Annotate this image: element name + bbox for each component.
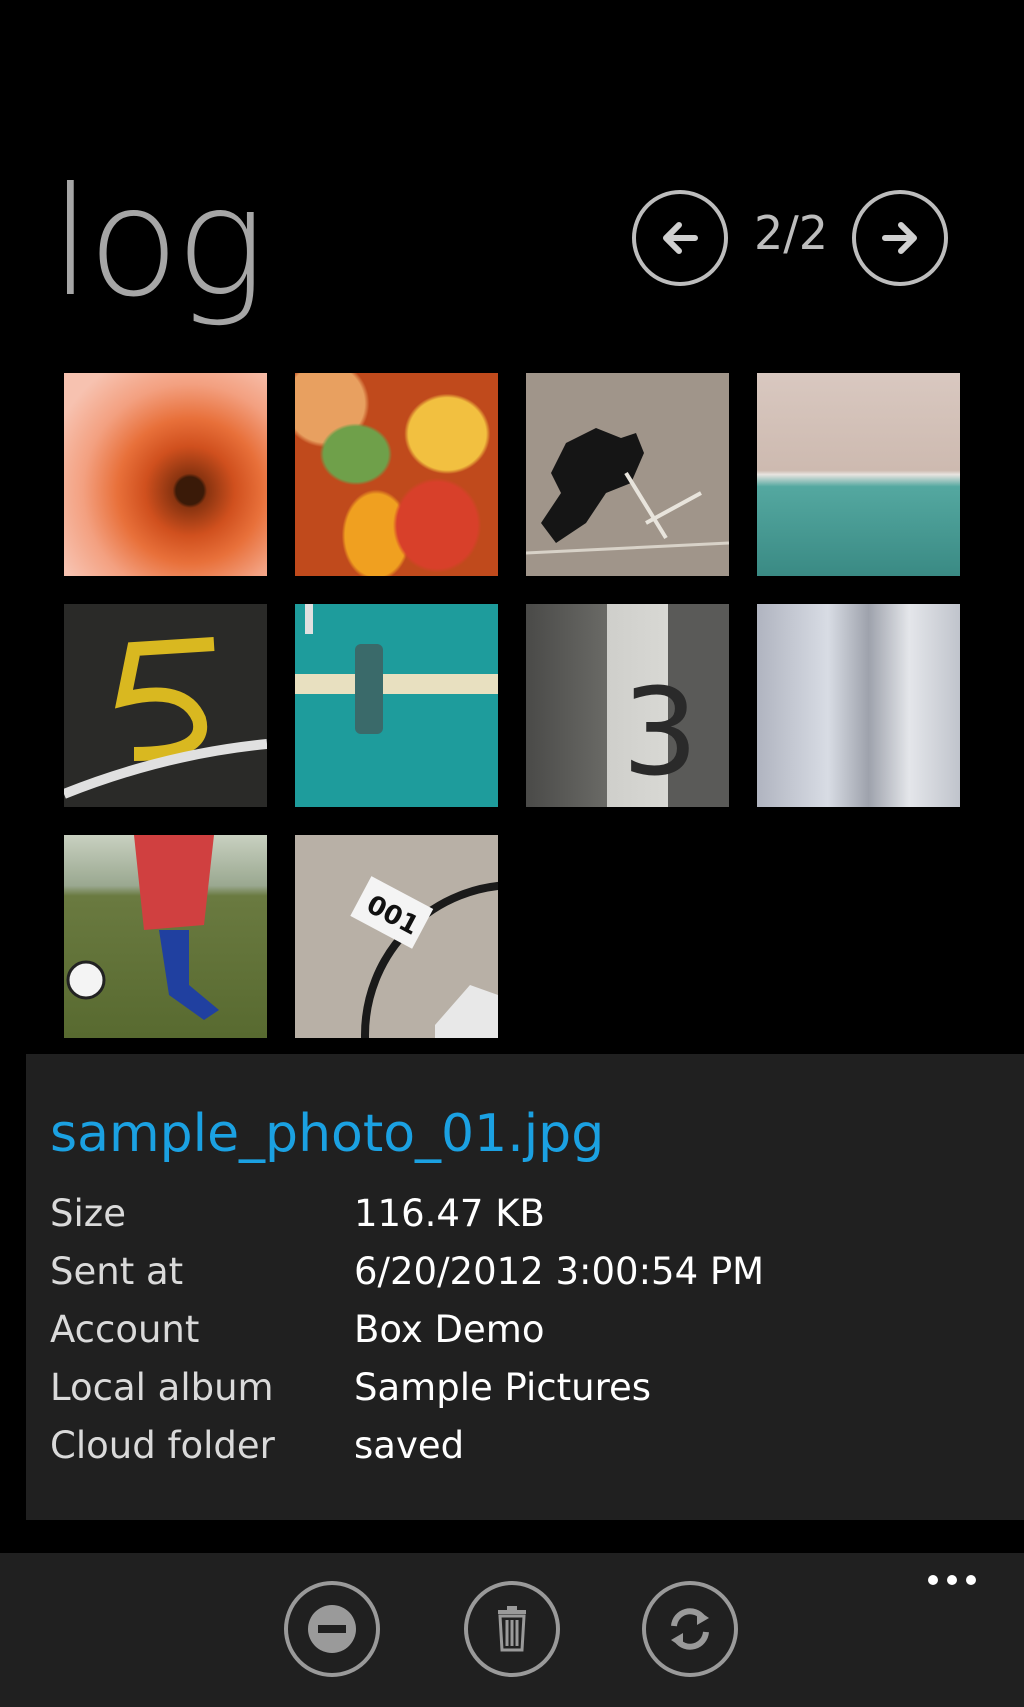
arrow-left-icon bbox=[663, 222, 698, 254]
next-page-button[interactable] bbox=[852, 190, 948, 286]
info-label: Cloud folder bbox=[50, 1424, 275, 1467]
thumb-soccer[interactable] bbox=[64, 835, 267, 1038]
thumb-fruit[interactable] bbox=[295, 373, 498, 576]
remove-button[interactable] bbox=[284, 1581, 380, 1677]
thumb-shadow-jump[interactable] bbox=[526, 373, 729, 576]
sync-icon bbox=[671, 1608, 709, 1650]
thumb-pool[interactable] bbox=[757, 373, 960, 576]
info-value: Box Demo bbox=[354, 1308, 545, 1351]
pillar-3-image: 3 bbox=[622, 664, 698, 803]
file-name: sample_photo_01.jpg bbox=[50, 1104, 605, 1164]
ellipsis-dot bbox=[966, 1575, 976, 1585]
page-indicator: 2/2 bbox=[753, 206, 829, 260]
ellipsis-icon[interactable] bbox=[928, 1575, 976, 1585]
arrow-right-icon bbox=[882, 222, 917, 254]
info-label: Local album bbox=[50, 1366, 274, 1409]
thumb-teal-door[interactable] bbox=[295, 604, 498, 807]
thumb-flower[interactable] bbox=[64, 373, 267, 576]
pager: 2/2 bbox=[630, 190, 950, 286]
app-bar bbox=[0, 1553, 1024, 1707]
ellipsis-dot bbox=[928, 1575, 938, 1585]
ellipsis-dot bbox=[947, 1575, 957, 1585]
minus-icon bbox=[308, 1605, 356, 1653]
info-label: Size bbox=[50, 1192, 126, 1235]
info-label: Sent at bbox=[50, 1250, 184, 1293]
shadow-figure-image bbox=[526, 428, 729, 555]
sync-button[interactable] bbox=[642, 1581, 738, 1677]
thumb-pillar-3[interactable]: 3 bbox=[526, 604, 729, 807]
thumb-number-5[interactable] bbox=[64, 604, 267, 807]
page-title: log bbox=[50, 156, 265, 330]
info-value: 6/20/2012 3:00:54 PM bbox=[354, 1250, 765, 1293]
previous-page-button[interactable] bbox=[632, 190, 728, 286]
info-value: 116.47 KB bbox=[354, 1192, 545, 1235]
info-label: Account bbox=[50, 1308, 200, 1351]
svg-text:3: 3 bbox=[622, 664, 698, 803]
info-value: Sample Pictures bbox=[354, 1366, 652, 1409]
thumb-bicycle-001[interactable]: 001 bbox=[295, 835, 498, 1038]
delete-button[interactable] bbox=[464, 1581, 560, 1677]
teal-door-image bbox=[295, 604, 498, 734]
thumb-white-pillar[interactable] bbox=[757, 604, 960, 807]
bicycle-001-image: 001 bbox=[350, 876, 498, 1038]
trash-icon bbox=[498, 1606, 526, 1652]
number-5-image bbox=[64, 637, 267, 799]
soccer-player-image bbox=[66, 835, 219, 1020]
details-panel: sample_photo_01.jpg Size 116.47 KB Sent … bbox=[26, 1054, 1024, 1520]
info-value: saved bbox=[354, 1424, 465, 1467]
